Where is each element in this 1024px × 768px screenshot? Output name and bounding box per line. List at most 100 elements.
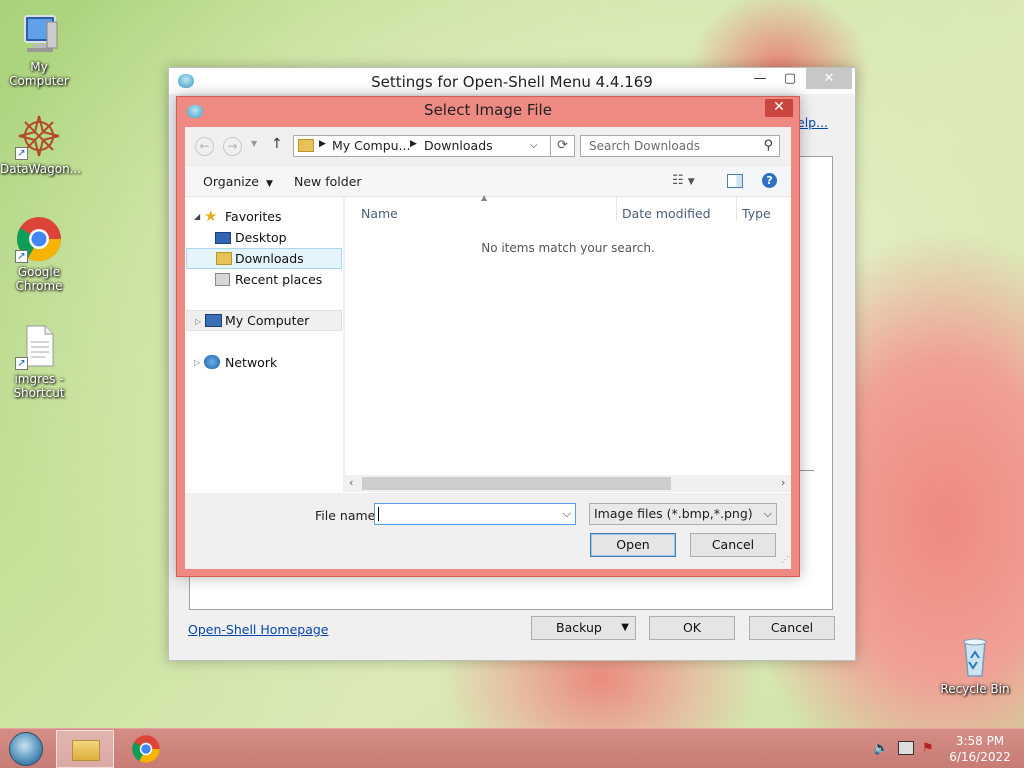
help-link[interactable]: elp... [797, 115, 828, 130]
sort-ascending-icon: ▲ [481, 193, 488, 202]
empty-message: No items match your search. [481, 241, 655, 255]
nav-recent-places[interactable]: Recent places [185, 269, 341, 290]
file-list: ▲ Name Date modified Type No items match… [345, 193, 791, 493]
folder-icon [72, 740, 100, 761]
dialog-toolbar: Organize ▼ New folder ☷ ▼ ? [185, 167, 791, 197]
breadcrumb-separator-icon: ▶ [319, 139, 326, 149]
new-folder-button[interactable]: New folder [294, 174, 362, 189]
file-name-label: File name: [315, 508, 380, 523]
expand-arrow-icon: ▷ [195, 317, 202, 326]
dialog-body: ← → ▼ ↑ ▶ My Compu... ▶ Downloads ⌵ ⟳ Se… [185, 127, 791, 569]
recycle-bin-icon [951, 632, 999, 680]
backup-button[interactable]: Backup ▼ [531, 616, 636, 640]
search-placeholder: Search Downloads [589, 139, 700, 153]
dialog-close-button[interactable]: ✕ [765, 99, 793, 117]
open-button[interactable]: Open [590, 533, 676, 557]
back-arrow-icon[interactable]: ← [195, 137, 214, 156]
desktop-icon-imgres-shortcut[interactable]: ↗ imgres - Shortcut [0, 322, 78, 400]
settings-title: Settings for Open-Shell Menu 4.4.169 [371, 73, 653, 91]
horizontal-scrollbar[interactable]: ‹ › [345, 475, 791, 492]
shortcut-arrow-icon: ↗ [15, 357, 28, 370]
network-icon [204, 355, 220, 369]
file-type-select[interactable]: Image files (*.bmp,*.png) ⌵ [589, 503, 777, 525]
nav-desktop[interactable]: Desktop [185, 227, 341, 248]
address-bar[interactable]: ▶ My Compu... ▶ Downloads ⌵ [293, 135, 551, 157]
scroll-left-icon[interactable]: ‹ [349, 476, 353, 489]
nav-recent-places-label: Recent places [235, 272, 323, 287]
dropdown-arrow-icon: ▼ [621, 622, 629, 633]
address-dropdown-icon[interactable]: ⌵ [530, 140, 538, 151]
column-separator [616, 197, 617, 221]
close-button[interactable]: ✕ [806, 68, 852, 89]
scroll-right-icon[interactable]: › [781, 476, 785, 489]
ok-button[interactable]: OK [649, 616, 735, 640]
action-center-flag-icon[interactable]: ⚑ [922, 741, 934, 756]
column-header-date-modified[interactable]: Date modified [622, 206, 711, 221]
dropdown-arrow-icon[interactable]: ⌵ [563, 504, 571, 524]
resize-grip-icon[interactable]: ⋰ [781, 555, 789, 564]
nav-downloads[interactable]: Downloads [186, 248, 342, 269]
start-button[interactable] [9, 732, 43, 766]
navigation-pane: ◢ ★ Favorites Desktop Downloads Recent p… [185, 197, 343, 493]
dialog-cancel-button[interactable]: Cancel [690, 533, 776, 557]
nav-my-computer[interactable]: ▷ My Computer [186, 310, 342, 331]
breadcrumb-separator-icon: ▶ [410, 139, 417, 149]
desktop-icon-label: Recycle Bin [940, 682, 1010, 696]
up-arrow-icon[interactable]: ↑ [271, 136, 283, 152]
desktop-icon-recycle-bin[interactable]: Recycle Bin [936, 632, 1014, 696]
scrollbar-thumb[interactable] [362, 477, 671, 490]
cancel-button[interactable]: Cancel [749, 616, 835, 640]
file-name-input[interactable]: ⌵ [374, 503, 576, 525]
breadcrumb-my-computer[interactable]: My Compu... [332, 138, 411, 153]
open-shell-homepage-link[interactable]: Open-Shell Homepage [188, 622, 329, 637]
shortcut-arrow-icon: ↗ [15, 250, 28, 263]
backup-label: Backup [556, 620, 602, 635]
clock-time[interactable]: 3:58 PM [950, 734, 1010, 748]
text-cursor [378, 507, 379, 521]
datawagon-icon: ↗ [15, 112, 63, 160]
desktop-icon-label: DataWagon... [0, 162, 82, 176]
refresh-button[interactable]: ⟳ [551, 135, 575, 157]
nav-network-label: Network [225, 355, 278, 370]
organize-menu[interactable]: Organize ▼ [203, 174, 273, 189]
expand-arrow-icon: ◢ [194, 212, 201, 221]
desktop-folder-icon [215, 232, 231, 244]
dialog-title: Select Image File [424, 101, 552, 119]
recent-locations-chevron-icon[interactable]: ▼ [251, 139, 257, 148]
column-header-name[interactable]: Name [361, 206, 398, 221]
desktop-icon-label: Google Chrome [15, 265, 63, 293]
computer-icon [205, 314, 222, 327]
forward-arrow-icon[interactable]: → [223, 137, 242, 156]
desktop-icon-datawagon[interactable]: ↗ DataWagon... [0, 112, 82, 176]
clock-date[interactable]: 6/16/2022 [946, 750, 1014, 764]
search-input[interactable]: Search Downloads ⚲ [580, 135, 780, 157]
speaker-muted-icon[interactable]: 🔈 [873, 741, 889, 756]
breadcrumb-downloads[interactable]: Downloads [424, 138, 493, 153]
recent-places-icon [215, 273, 230, 286]
help-icon[interactable]: ? [762, 173, 777, 188]
taskbar-file-explorer[interactable] [56, 730, 114, 768]
desktop-icon-google-chrome[interactable]: ↗ Google Chrome [0, 215, 78, 293]
nav-desktop-label: Desktop [235, 230, 287, 245]
folder-download-icon [298, 139, 314, 152]
column-header-type[interactable]: Type [742, 206, 771, 221]
select-image-file-dialog: Select Image File ✕ ← → ▼ ↑ ▶ My Compu..… [176, 96, 800, 577]
nav-downloads-label: Downloads [235, 251, 304, 266]
computer-icon [15, 10, 63, 58]
open-shell-icon [178, 74, 194, 88]
nav-network[interactable]: ▷ Network [185, 352, 341, 373]
desktop-icon-my-computer[interactable]: My Computer [0, 10, 78, 88]
dropdown-arrow-icon: ▼ [265, 179, 273, 189]
desktop-icon-label: My Computer [9, 60, 69, 88]
star-icon: ★ [204, 207, 218, 225]
file-icon: ↗ [15, 322, 63, 370]
dropdown-arrow-icon: ⌵ [763, 507, 772, 520]
minimize-button[interactable]: — [747, 68, 773, 89]
view-options-icon[interactable]: ☷ ▼ [672, 173, 695, 188]
maximize-button[interactable]: ▢ [777, 68, 803, 89]
preview-pane-icon[interactable] [727, 174, 743, 188]
taskbar-chrome[interactable] [131, 734, 161, 764]
network-tray-icon[interactable] [898, 741, 914, 755]
downloads-folder-icon [216, 252, 232, 265]
nav-favorites[interactable]: ◢ ★ Favorites [185, 206, 341, 227]
